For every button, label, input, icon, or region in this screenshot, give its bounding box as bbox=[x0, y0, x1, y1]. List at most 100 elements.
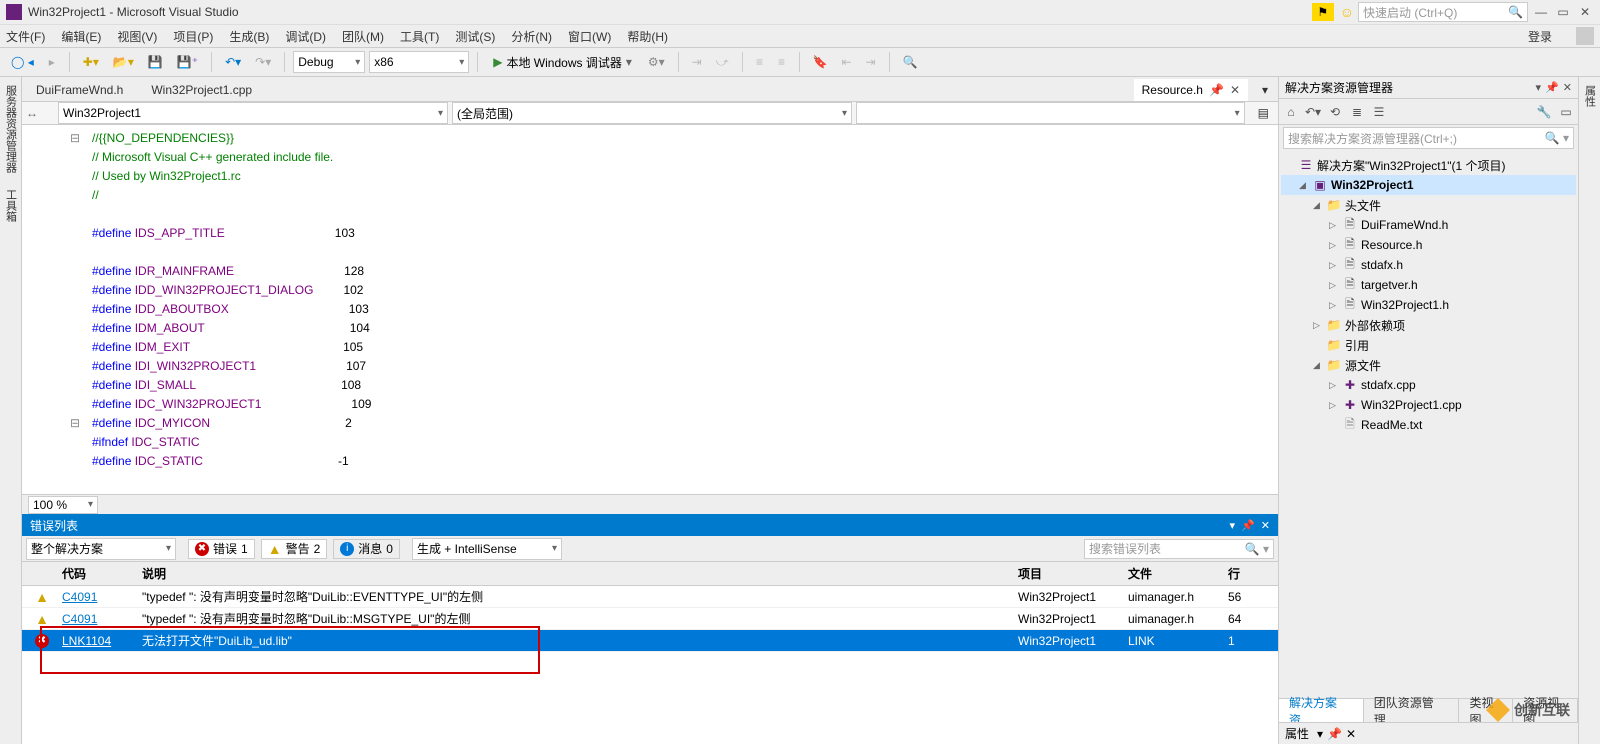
outline-column[interactable]: ⊟⊟ bbox=[70, 129, 80, 433]
properties-icon[interactable]: 🔧 bbox=[1536, 104, 1552, 120]
error-scope-combo[interactable]: 整个解决方案▾ bbox=[26, 538, 176, 560]
open-file-button[interactable]: 📂▾ bbox=[108, 51, 139, 73]
menu-analyze[interactable]: 分析(N) bbox=[511, 28, 552, 45]
tab-solution-explorer[interactable]: 解决方案资... bbox=[1279, 699, 1364, 722]
sync-icon[interactable]: ⟲ bbox=[1327, 104, 1343, 120]
error-code-link[interactable]: C4091 bbox=[62, 590, 97, 604]
menu-edit[interactable]: 编辑(E) bbox=[61, 28, 101, 45]
tree-folder-headers[interactable]: ◢📁头文件 bbox=[1281, 195, 1576, 215]
pin-icon[interactable]: 📌 bbox=[1545, 81, 1559, 94]
properties-tab[interactable]: 属性 bbox=[1580, 81, 1600, 111]
comment-out-button[interactable]: ≡ bbox=[751, 51, 769, 73]
tree-file[interactable]: 🗎ReadMe.txt bbox=[1281, 415, 1576, 435]
close-panel-icon[interactable]: ✕ bbox=[1261, 519, 1270, 532]
tab-team-explorer[interactable]: 团队资源管理... bbox=[1364, 699, 1460, 722]
redo-button[interactable]: ↷▾ bbox=[250, 51, 276, 73]
col-header-line[interactable]: 行 bbox=[1228, 565, 1278, 582]
member-combo[interactable]: (全局范围)▾ bbox=[452, 102, 852, 124]
outdent-button[interactable]: ⇥ bbox=[861, 51, 881, 73]
minimize-button[interactable]: — bbox=[1532, 3, 1550, 21]
feedback-smile-icon[interactable]: ☺ bbox=[1340, 4, 1354, 20]
col-header-code[interactable]: 代码 bbox=[62, 565, 142, 582]
menu-build[interactable]: 生成(B) bbox=[229, 28, 269, 45]
col-header-file[interactable]: 文件 bbox=[1128, 565, 1228, 582]
pin-icon[interactable]: 📌 bbox=[1209, 83, 1224, 97]
menu-window[interactable]: 窗口(W) bbox=[568, 28, 611, 45]
step-over-button[interactable]: ⤻ bbox=[711, 51, 734, 73]
toolbox-tab[interactable]: 工具箱 bbox=[1, 185, 21, 226]
quick-launch-input[interactable]: 快速启动 (Ctrl+Q) 🔍 bbox=[1358, 2, 1528, 22]
close-panel-icon[interactable]: ✕ bbox=[1563, 81, 1572, 94]
new-project-button[interactable]: ✚▾ bbox=[78, 51, 104, 73]
error-row[interactable]: ▲ C4091 "typedef ": 没有声明变量时忽略"DuiLib::MS… bbox=[22, 608, 1278, 630]
pin-icon[interactable]: 📌 bbox=[1241, 519, 1255, 532]
tree-file[interactable]: ▷✚Win32Project1.cpp bbox=[1281, 395, 1576, 415]
config-combo[interactable]: Debug▾ bbox=[293, 51, 365, 73]
close-tab-icon[interactable]: ✕ bbox=[1230, 83, 1240, 97]
undo-button[interactable]: ↶▾ bbox=[220, 51, 246, 73]
messages-filter-button[interactable]: i消息 0 bbox=[333, 539, 400, 559]
tree-folder-extdep[interactable]: ▷📁外部依赖项 bbox=[1281, 315, 1576, 335]
warnings-filter-button[interactable]: ▲警告 2 bbox=[261, 539, 328, 559]
col-header-project[interactable]: 项目 bbox=[1018, 565, 1128, 582]
error-code-link[interactable]: C4091 bbox=[62, 612, 97, 626]
debug-settings-button[interactable]: ⚙▾ bbox=[643, 51, 670, 73]
bookmark-button[interactable]: 🔖 bbox=[808, 51, 833, 73]
tree-file[interactable]: ▷🗎targetver.h bbox=[1281, 275, 1576, 295]
nav-combo-3[interactable]: ▾ bbox=[856, 102, 1245, 124]
tree-file[interactable]: ▷🗎stdafx.h bbox=[1281, 255, 1576, 275]
menu-project[interactable]: 项目(P) bbox=[173, 28, 213, 45]
sign-in-link[interactable]: 登录 bbox=[1528, 28, 1552, 45]
tree-folder-refs[interactable]: 📁引用 bbox=[1281, 335, 1576, 355]
notifications-flag-icon[interactable]: ⚑ bbox=[1312, 3, 1334, 21]
uncomment-button[interactable]: ≡ bbox=[773, 51, 791, 73]
nav-back-button[interactable]: ◯ ◂ bbox=[6, 51, 39, 73]
error-row-selected[interactable]: ✖ LNK1104 无法打开文件"DuiLib_ud.lib" Win32Pro… bbox=[22, 630, 1278, 652]
zoom-combo[interactable]: 100 %▾ bbox=[28, 496, 98, 514]
pin-icon[interactable]: 📌 bbox=[1327, 727, 1342, 741]
tab-duiframewnd[interactable]: DuiFrameWnd.h bbox=[26, 79, 133, 101]
tree-file[interactable]: ▷🗎DuiFrameWnd.h bbox=[1281, 215, 1576, 235]
indent-button[interactable]: ⇤ bbox=[836, 51, 856, 73]
scope-combo[interactable]: Win32Project1▾ bbox=[58, 102, 448, 124]
close-panel-icon[interactable]: ✕ bbox=[1346, 727, 1356, 741]
platform-combo[interactable]: x86▾ bbox=[369, 51, 469, 73]
menu-file[interactable]: 文件(F) bbox=[6, 28, 45, 45]
start-debug-button[interactable]: ▶ 本地 Windows 调试器 ▾ bbox=[486, 51, 639, 73]
find-button[interactable]: 🔍 bbox=[898, 51, 923, 73]
error-source-combo[interactable]: 生成 + IntelliSense▾ bbox=[412, 538, 562, 560]
home-icon[interactable]: ⌂ bbox=[1283, 104, 1299, 120]
col-header-desc[interactable]: 说明 bbox=[142, 565, 1018, 582]
collapse-all-icon[interactable]: ≣ bbox=[1349, 104, 1365, 120]
preview-icon[interactable]: ▭ bbox=[1558, 104, 1574, 120]
dropdown-icon[interactable]: ▾ bbox=[1230, 519, 1236, 532]
menu-tools[interactable]: 工具(T) bbox=[400, 28, 439, 45]
menu-team[interactable]: 团队(M) bbox=[342, 28, 384, 45]
step-into-button[interactable]: ⇥ bbox=[687, 51, 707, 73]
nav-prev-icon[interactable]: ↔ bbox=[26, 106, 38, 120]
menu-test[interactable]: 测试(S) bbox=[455, 28, 495, 45]
split-editor-button[interactable]: ▤ bbox=[1253, 102, 1274, 124]
code-editor[interactable]: ⊟⊟ //{{NO_DEPENDENCIES}} // Microsoft Vi… bbox=[22, 125, 1278, 494]
error-code-link[interactable]: LNK1104 bbox=[62, 634, 111, 648]
maximize-button[interactable]: ▭ bbox=[1554, 3, 1572, 21]
dropdown-icon[interactable]: ▾ bbox=[1536, 81, 1542, 94]
tree-file[interactable]: ▷✚stdafx.cpp bbox=[1281, 375, 1576, 395]
solution-search-input[interactable]: 搜索解决方案资源管理器(Ctrl+;) 🔍 ▾ bbox=[1283, 127, 1574, 149]
error-search-input[interactable]: 搜索错误列表 🔍 ▾ bbox=[1084, 539, 1274, 559]
menu-debug[interactable]: 调试(D) bbox=[285, 28, 326, 45]
tree-project-node[interactable]: ◢▣Win32Project1 bbox=[1281, 175, 1576, 195]
error-row[interactable]: ▲ C4091 "typedef ": 没有声明变量时忽略"DuiLib::EV… bbox=[22, 586, 1278, 608]
back-icon[interactable]: ↶▾ bbox=[1305, 104, 1321, 120]
tabs-overflow-button[interactable]: ▾ bbox=[1256, 79, 1274, 101]
save-button[interactable]: 💾 bbox=[143, 51, 168, 73]
user-avatar-icon[interactable] bbox=[1576, 27, 1594, 45]
tab-win32project1cpp[interactable]: Win32Project1.cpp bbox=[141, 79, 262, 101]
tree-folder-sources[interactable]: ◢📁源文件 bbox=[1281, 355, 1576, 375]
tab-resource-h[interactable]: Resource.h 📌 ✕ bbox=[1134, 79, 1248, 101]
close-button[interactable]: ✕ bbox=[1576, 3, 1594, 21]
dropdown-icon[interactable]: ▾ bbox=[1317, 727, 1323, 741]
tree-solution-node[interactable]: ☰解决方案"Win32Project1"(1 个项目) bbox=[1281, 155, 1576, 175]
tree-file[interactable]: ▷🗎Resource.h bbox=[1281, 235, 1576, 255]
show-all-icon[interactable]: ☰ bbox=[1371, 104, 1387, 120]
